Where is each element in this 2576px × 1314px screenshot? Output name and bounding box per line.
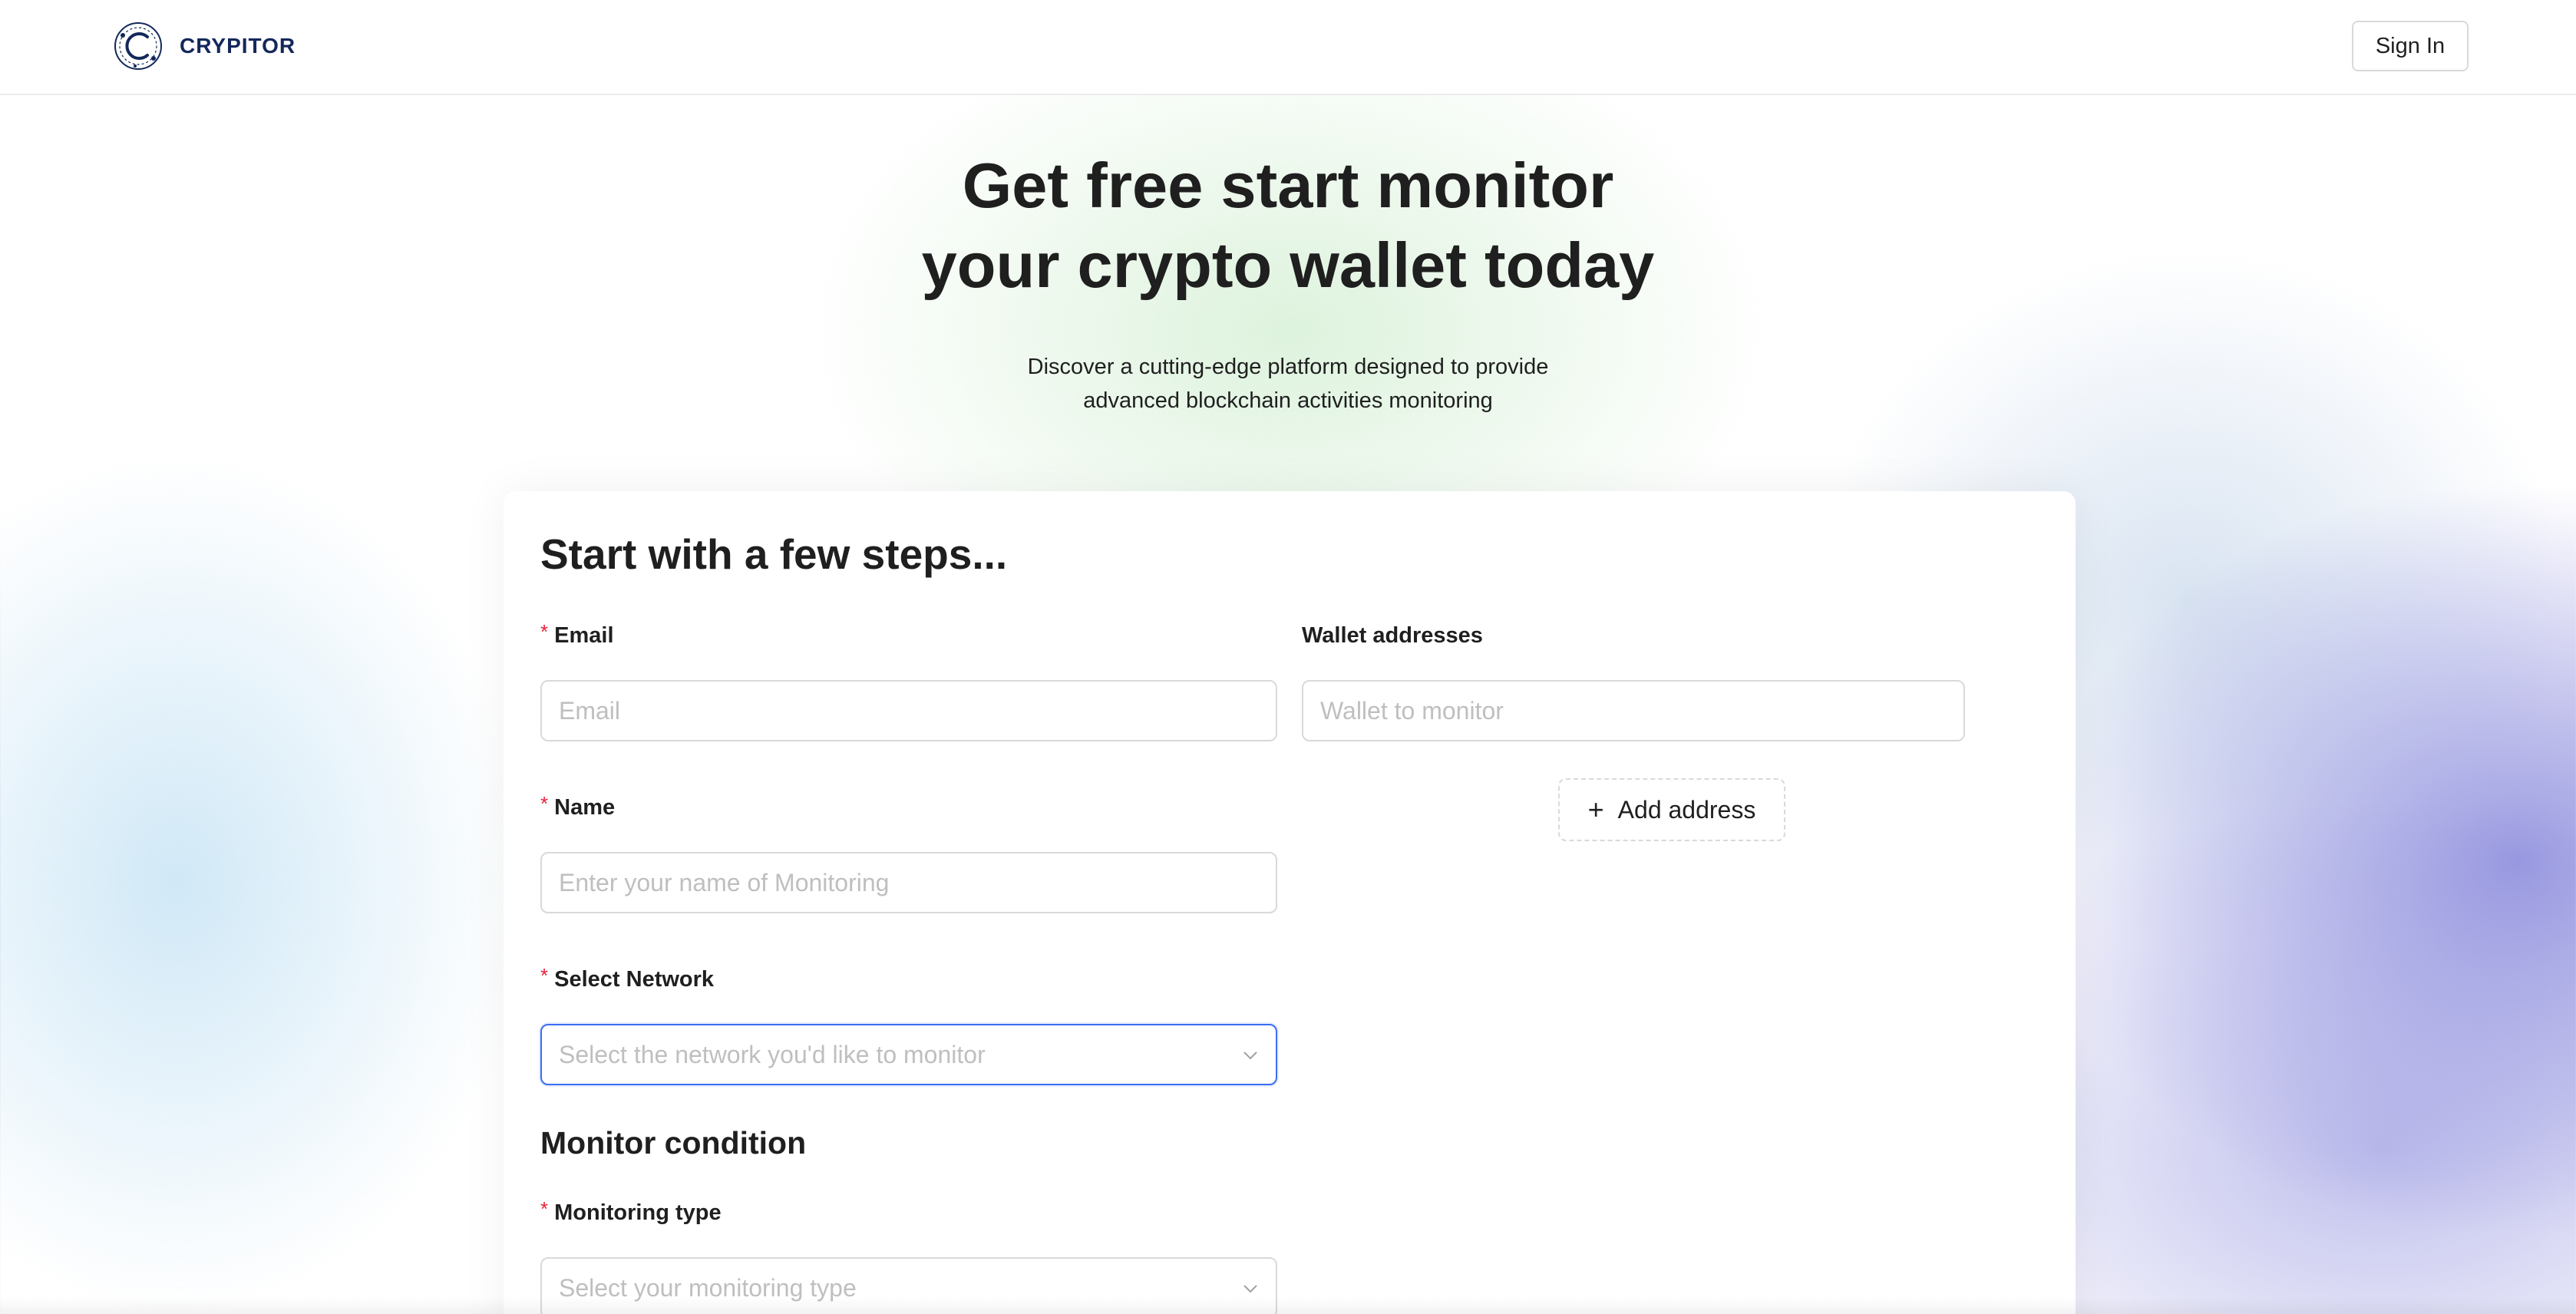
required-marker: * (540, 792, 549, 815)
wallet-label-text: Wallet addresses (1302, 623, 1483, 648)
select-network-label: * Select Network (540, 964, 715, 992)
name-label: * Name (540, 792, 616, 820)
hero-title-line-1: Get free start monitor (962, 150, 1614, 221)
monitoring-type-label: * Monitoring type (540, 1197, 722, 1226)
wallet-placeholder: Wallet to monitor (1320, 696, 1504, 725)
hero-subtitle-line-2: advanced blockchain activities monitorin… (1083, 388, 1493, 413)
chevron-down-icon (1243, 1285, 1257, 1293)
plus-icon: + (1587, 794, 1604, 825)
form-title: Start with a few steps... (540, 530, 1008, 578)
email-label-text: Email (554, 623, 614, 648)
required-marker: * (540, 964, 549, 987)
bottom-shade (0, 1297, 2576, 1314)
network-placeholder: Select the network you'd like to monitor (559, 1040, 986, 1068)
email-placeholder: Email (559, 696, 621, 725)
required-marker: * (540, 1197, 549, 1220)
chevron-down-icon (1243, 1052, 1257, 1060)
email-label: * Email (540, 620, 614, 649)
name-input[interactable]: Enter your name of Monitoring (540, 852, 1277, 913)
name-placeholder: Enter your name of Monitoring (559, 868, 890, 896)
required-marker: * (540, 620, 549, 643)
email-input[interactable]: Email (540, 680, 1277, 741)
brand-name: CRYPITOR (180, 34, 296, 58)
hero-title: Get free start monitor your crypto walle… (0, 146, 2576, 305)
monitor-condition-heading: Monitor condition (540, 1125, 807, 1160)
add-address-button[interactable]: + Add address (1558, 778, 1785, 841)
add-address-label: Add address (1617, 795, 1756, 824)
hero-subtitle: Discover a cutting-edge platform designe… (0, 350, 2576, 418)
wallet-addresses-label: Wallet addresses (1302, 623, 1483, 649)
network-select[interactable]: Select the network you'd like to monitor (540, 1024, 1277, 1085)
monitoring-type-label-text: Monitoring type (554, 1200, 722, 1225)
name-label-text: Name (554, 795, 616, 820)
signup-form-card: Start with a few steps... * Email Email … (504, 491, 2076, 1314)
hero-title-line-2: your crypto wallet today (921, 229, 1655, 301)
hero-subtitle-line-1: Discover a cutting-edge platform designe… (1027, 355, 1549, 379)
network-label-text: Select Network (554, 967, 715, 992)
wallet-address-input[interactable]: Wallet to monitor (1302, 680, 1965, 741)
brand-logo[interactable]: CRYPITOR (112, 20, 296, 72)
top-header: CRYPITOR Sign In (0, 0, 2576, 95)
sign-in-button[interactable]: Sign In (2352, 21, 2469, 71)
crypitor-logo-icon (114, 22, 162, 70)
